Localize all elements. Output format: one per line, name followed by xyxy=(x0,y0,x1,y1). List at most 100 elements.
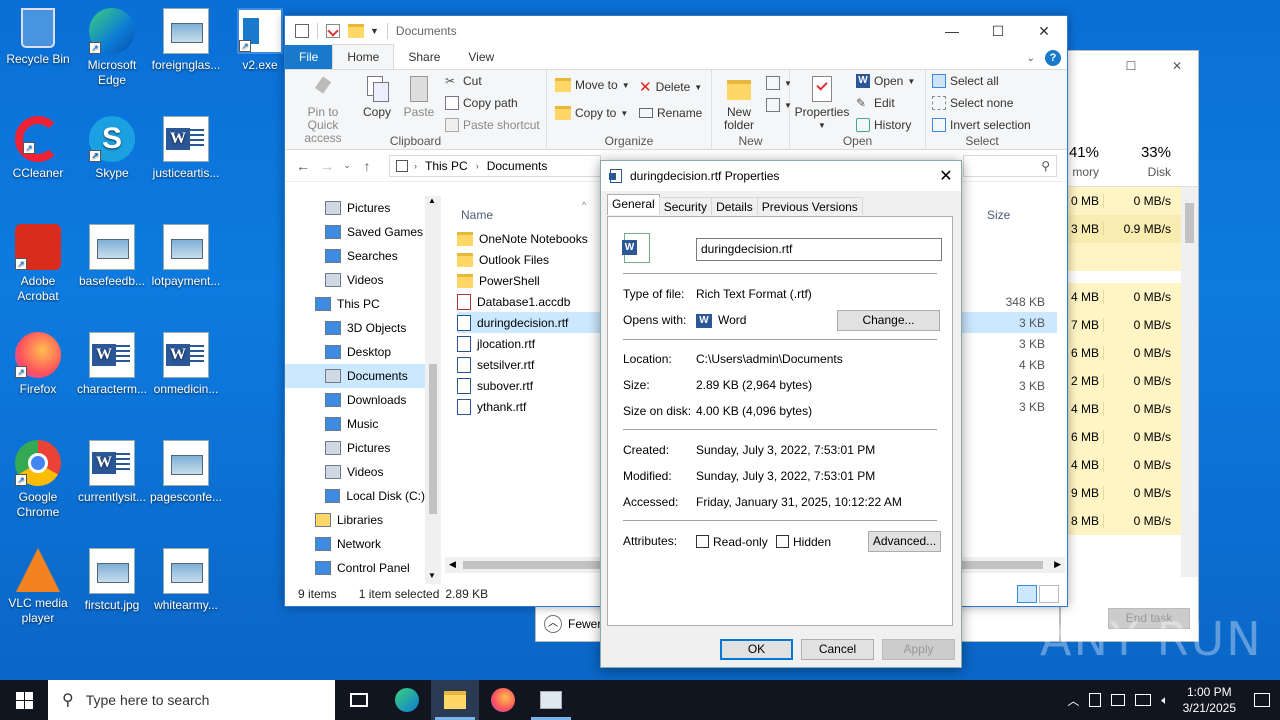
column-size-header[interactable]: Size xyxy=(987,208,1010,222)
desktop-icon[interactable]: Recycle Bin xyxy=(0,8,76,67)
select-none-button[interactable]: Select none xyxy=(932,96,1013,110)
desktop-icon[interactable]: lotpayment... xyxy=(148,224,224,289)
cancel-button[interactable]: Cancel xyxy=(801,639,874,660)
dialog-tab[interactable]: Security xyxy=(658,197,713,215)
expand-ribbon-icon[interactable]: ⌄ xyxy=(1027,53,1035,64)
title-bar[interactable]: ▼ Documents — ☐ ✕ xyxy=(285,16,1067,46)
desktop-icon[interactable]: firstcut.jpg xyxy=(74,548,150,613)
process-row[interactable]: 8 MB 0 MB/s xyxy=(1061,507,1183,535)
forward-arrow-icon[interactable]: → xyxy=(315,158,339,174)
process-row[interactable]: 9 MB 0 MB/s xyxy=(1061,479,1183,507)
desktop-icon[interactable]: whitearmy... xyxy=(148,548,224,613)
process-row[interactable]: 6 MB 0 MB/s xyxy=(1061,423,1183,451)
dialog-tab[interactable]: General xyxy=(607,194,660,215)
tab-file[interactable]: File xyxy=(285,45,333,69)
cut-button[interactable]: ✂ Cut xyxy=(445,74,482,88)
nav-item[interactable]: Pictures xyxy=(285,196,425,220)
large-icons-view-icon[interactable] xyxy=(1039,585,1059,603)
clock[interactable]: 1:00 PM 3/21/2025 xyxy=(1183,684,1236,716)
desktop-icon[interactable]: ↗ CCleaner xyxy=(0,116,76,181)
edit-button[interactable]: ✎ Edit xyxy=(856,96,895,110)
volume-icon[interactable]: 🔈︎ xyxy=(1161,693,1168,708)
invert-selection-button[interactable]: Invert selection xyxy=(932,118,1031,132)
taskbar-firefox[interactable] xyxy=(479,680,527,720)
tab-home[interactable]: Home xyxy=(332,44,395,69)
copy-button[interactable]: Copy xyxy=(357,74,397,119)
copy-to-button[interactable]: Copy to ▼ xyxy=(555,106,628,120)
process-row[interactable]: 2 MB 0 MB/s xyxy=(1061,367,1183,395)
nav-item[interactable]: Searches xyxy=(285,244,425,268)
filename-field[interactable]: duringdecision.rtf xyxy=(696,238,942,261)
dialog-tab[interactable]: Details xyxy=(711,197,758,215)
process-row[interactable] xyxy=(1061,243,1183,271)
search-box[interactable]: ⚲ xyxy=(963,155,1057,177)
new-folder-button[interactable]: New folder xyxy=(716,74,762,132)
nav-item[interactable]: Network xyxy=(285,532,425,556)
advanced-button[interactable]: Advanced... xyxy=(868,531,941,552)
battery-icon[interactable] xyxy=(1089,693,1102,707)
start-button[interactable] xyxy=(0,680,48,720)
copy-path-button[interactable]: Copy path xyxy=(445,96,518,110)
desktop-icon[interactable]: ↗ Microsoft Edge xyxy=(74,8,150,88)
fewer-details-link[interactable]: ︿ Fewer xyxy=(544,615,601,633)
breadcrumb-this-pc[interactable]: This PC xyxy=(425,159,468,173)
ok-button[interactable]: OK xyxy=(720,639,793,660)
move-to-button[interactable]: Move to ▼ xyxy=(555,78,630,92)
new-folder-qat-icon[interactable] xyxy=(348,24,364,38)
restore-icon[interactable]: ☐ xyxy=(1108,59,1154,73)
readonly-checkbox[interactable]: Read-only xyxy=(696,535,768,549)
tab-share[interactable]: Share xyxy=(394,45,454,69)
tray-overflow-icon[interactable]: ︿ xyxy=(1067,692,1079,709)
desktop-icon[interactable]: Wcurrentlysit... xyxy=(74,440,150,505)
nav-scrollbar[interactable]: ▲ ▼ xyxy=(425,196,441,584)
disk-header[interactable]: Disk xyxy=(1103,165,1171,179)
desktop-icon[interactable]: ↗ Firefox xyxy=(0,332,76,397)
up-arrow-icon[interactable]: ↑ xyxy=(355,158,379,174)
network-device-icon[interactable] xyxy=(1111,694,1126,706)
notification-icon[interactable] xyxy=(1254,693,1270,707)
nav-item[interactable]: Documents xyxy=(285,364,425,388)
nav-item[interactable]: Control Panel xyxy=(285,556,425,580)
task-manager-window[interactable]: ☐ ✕ 41% mory 33% Disk 0 MB 0 MB/s 3 MB 0.9 … xyxy=(1060,50,1199,642)
properties-qat-icon[interactable] xyxy=(326,24,340,38)
process-row[interactable]: 3 MB 0.9 MB/s xyxy=(1061,215,1183,243)
nav-item[interactable]: Local Disk (C:) xyxy=(285,484,425,508)
nav-item[interactable]: Libraries xyxy=(285,508,425,532)
close-icon[interactable]: ✕ xyxy=(1154,59,1200,73)
tab-view[interactable]: View xyxy=(454,45,508,69)
taskbar-edge[interactable] xyxy=(383,680,431,720)
desktop-icon[interactable]: ↗ Google Chrome xyxy=(0,440,76,520)
process-row[interactable]: 4 MB 0 MB/s xyxy=(1061,283,1183,311)
nav-item[interactable]: Music xyxy=(285,412,425,436)
nav-item[interactable]: 3D Objects xyxy=(285,316,425,340)
help-icon[interactable]: ? xyxy=(1045,50,1061,66)
open-button[interactable]: W Open ▼ xyxy=(856,74,915,88)
nav-item[interactable]: Saved Games xyxy=(285,220,425,244)
dialog-tab[interactable]: Previous Versions xyxy=(756,197,863,215)
process-row[interactable]: 7 MB 0 MB/s xyxy=(1061,311,1183,339)
nav-item[interactable]: Desktop xyxy=(285,340,425,364)
desktop-icon[interactable]: pagesconfe... xyxy=(148,440,224,505)
address-bar[interactable]: › This PC › Documents xyxy=(389,155,601,177)
recent-dropdown-icon[interactable]: ⌄ xyxy=(339,160,355,171)
nav-item[interactable]: This PC xyxy=(285,292,425,316)
breadcrumb-documents[interactable]: Documents xyxy=(487,159,548,173)
desktop-icon[interactable]: VLC media player xyxy=(0,548,76,626)
task-view-button[interactable] xyxy=(335,680,383,720)
close-button[interactable]: ✕ xyxy=(1021,16,1067,46)
select-all-button[interactable]: Select all xyxy=(932,74,999,88)
desktop-icon[interactable]: Wonmedicin... xyxy=(148,332,224,397)
desktop-icon[interactable]: basefeedb... xyxy=(74,224,150,289)
taskbar-search-box[interactable]: ⚲ Type here to search xyxy=(48,680,335,720)
process-row[interactable]: 4 MB 0 MB/s xyxy=(1061,395,1183,423)
paste-button[interactable]: Paste xyxy=(399,74,439,119)
process-row[interactable]: 6 MB 0 MB/s xyxy=(1061,339,1183,367)
nav-item[interactable]: Downloads xyxy=(285,388,425,412)
back-arrow-icon[interactable]: ← xyxy=(291,158,315,174)
process-row[interactable]: 4 MB 0 MB/s xyxy=(1061,451,1183,479)
qat-dropdown-icon[interactable]: ▼ xyxy=(370,26,379,36)
dialog-close-icon[interactable]: ✕ xyxy=(931,166,961,186)
nav-item[interactable]: Videos xyxy=(285,460,425,484)
details-view-icon[interactable] xyxy=(1017,585,1037,603)
column-name-header[interactable]: Name xyxy=(461,208,493,222)
